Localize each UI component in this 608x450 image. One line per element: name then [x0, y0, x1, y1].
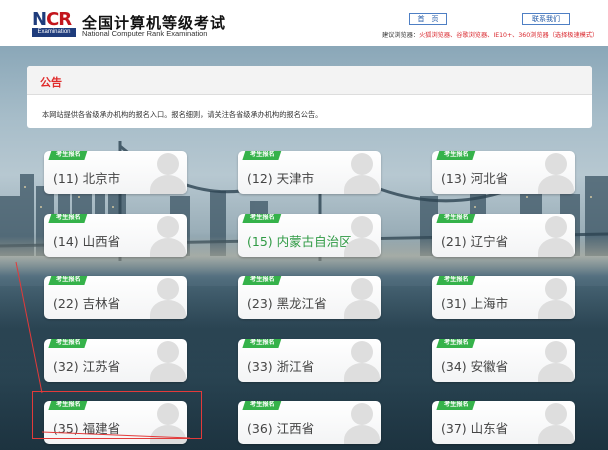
province-name: (33) 浙江省: [247, 359, 315, 374]
registration-badge: 考生报名: [436, 151, 476, 160]
province-name: (35) 福建省: [53, 421, 121, 436]
home-button[interactable]: 首 页: [409, 13, 447, 25]
province-name: (36) 江西省: [247, 421, 315, 436]
province-name: (22) 吉林省: [53, 296, 121, 311]
registration-badge: 考生报名: [48, 339, 88, 348]
user-avatar-icon: [537, 151, 575, 194]
registration-badge: 考生报名: [48, 151, 88, 160]
registration-badge: 考生报名: [436, 276, 476, 285]
province-name: (34) 安徽省: [441, 359, 509, 374]
province-card-beijing[interactable]: 考生报名 (11) 北京市: [44, 151, 187, 194]
site-header: NCR Examination 全国计算机等级考试 National Compu…: [0, 0, 608, 46]
announcement-panel: 公告 本网站提供各省级承办机构的报名入口。报名细则，请关注各省级承办机构的报名公…: [27, 66, 592, 128]
user-avatar-icon: [149, 151, 187, 194]
registration-badge: 考生报名: [242, 339, 282, 348]
logo-mark: NCR: [32, 9, 72, 30]
user-avatar-icon: [343, 151, 381, 194]
province-card-shanghai[interactable]: 考生报名 (31) 上海市: [432, 276, 575, 319]
logo-badge: Examination: [32, 28, 76, 37]
province-name: (31) 上海市: [441, 296, 509, 311]
browser-tip-list: 火狐浏览器、谷歌浏览器、IE10+、360浏览器（选择极速模式）: [419, 32, 599, 39]
province-card-tianjin[interactable]: 考生报名 (12) 天津市: [238, 151, 381, 194]
province-name: (32) 江苏省: [53, 359, 121, 374]
user-avatar-icon: [149, 214, 187, 257]
announcement-title: 公告: [40, 76, 62, 89]
province-name: (13) 河北省: [441, 171, 509, 186]
user-avatar-icon: [343, 339, 381, 382]
browser-tip-prefix: 建议浏览器：: [382, 32, 420, 39]
site-subtitle: National Computer Rank Examination: [82, 29, 208, 38]
user-avatar-icon: [343, 401, 381, 444]
ncre-logo[interactable]: NCR Examination: [32, 10, 76, 37]
province-card-jiangxi[interactable]: 考生报名 (36) 江西省: [238, 401, 381, 444]
province-name: (37) 山东省: [441, 421, 509, 436]
user-avatar-icon: [149, 401, 187, 444]
province-card-jilin[interactable]: 考生报名 (22) 吉林省: [44, 276, 187, 319]
registration-badge: 考生报名: [48, 401, 88, 410]
province-card-shandong[interactable]: 考生报名 (37) 山东省: [432, 401, 575, 444]
province-name: (21) 辽宁省: [441, 234, 509, 249]
user-avatar-icon: [149, 339, 187, 382]
user-avatar-icon: [537, 339, 575, 382]
province-card-jiangsu[interactable]: 考生报名 (32) 江苏省: [44, 339, 187, 382]
user-avatar-icon: [537, 214, 575, 257]
user-avatar-icon: [343, 276, 381, 319]
registration-badge: 考生报名: [242, 151, 282, 160]
registration-badge: 考生报名: [436, 339, 476, 348]
registration-badge: 考生报名: [436, 401, 476, 410]
announcement-text: 本网站提供各省级承办机构的报名入口。报名细则，请关注各省级承办机构的报名公告。: [42, 110, 323, 119]
province-card-inner-mongolia[interactable]: 考生报名 (15) 内蒙古自治区: [238, 214, 381, 257]
contact-button[interactable]: 联系我们: [522, 13, 570, 25]
registration-badge: 考生报名: [48, 276, 88, 285]
registration-badge: 考生报名: [48, 214, 88, 223]
province-name: (11) 北京市: [53, 171, 121, 186]
registration-badge: 考生报名: [242, 214, 282, 223]
province-card-anhui[interactable]: 考生报名 (34) 安徽省: [432, 339, 575, 382]
user-avatar-icon: [343, 214, 381, 257]
province-card-zhejiang[interactable]: 考生报名 (33) 浙江省: [238, 339, 381, 382]
province-card-liaoning[interactable]: 考生报名 (21) 辽宁省: [432, 214, 575, 257]
registration-badge: 考生报名: [242, 276, 282, 285]
province-name: (12) 天津市: [247, 171, 315, 186]
user-avatar-icon: [537, 401, 575, 444]
province-name: (14) 山西省: [53, 234, 121, 249]
province-card-heilongjiang[interactable]: 考生报名 (23) 黑龙江省: [238, 276, 381, 319]
province-card-shanxi[interactable]: 考生报名 (14) 山西省: [44, 214, 187, 257]
province-name: (23) 黑龙江省: [247, 296, 327, 311]
province-card-fujian[interactable]: 考生报名 (35) 福建省: [44, 401, 187, 444]
user-avatar-icon: [149, 276, 187, 319]
province-name: (15) 内蒙古自治区: [247, 234, 352, 249]
announcement-header: 公告: [27, 66, 592, 95]
registration-badge: 考生报名: [436, 214, 476, 223]
browser-recommendation: 建议浏览器：火狐浏览器、谷歌浏览器、IE10+、360浏览器（选择极速模式）: [382, 30, 598, 39]
registration-badge: 考生报名: [242, 401, 282, 410]
province-card-hebei[interactable]: 考生报名 (13) 河北省: [432, 151, 575, 194]
user-avatar-icon: [537, 276, 575, 319]
